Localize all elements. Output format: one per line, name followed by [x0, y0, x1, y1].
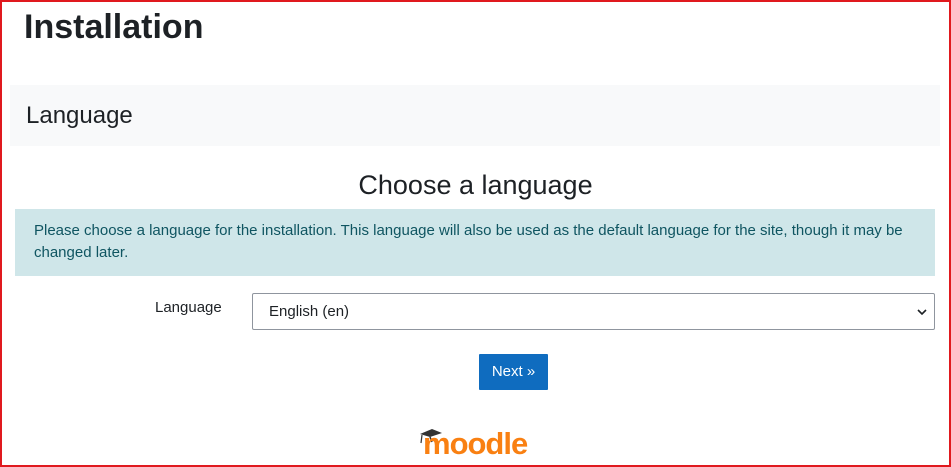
moodle-logo[interactable]: moodle [418, 423, 534, 459]
info-alert-text: Please choose a language for the install… [34, 222, 903, 261]
language-label: Language [155, 299, 222, 316]
language-select-value: English (en) [269, 303, 350, 320]
chevron-down-icon [917, 309, 927, 316]
page-title: Installation [24, 8, 204, 46]
choose-language-heading: Choose a language [358, 170, 593, 200]
language-select[interactable]: English (en) [252, 293, 935, 330]
section-header: Language [10, 85, 940, 146]
section-title: Language [26, 102, 133, 129]
info-alert: Please choose a language for the install… [15, 209, 935, 276]
svg-text:moodle: moodle [423, 426, 528, 459]
next-button[interactable]: Next » [479, 354, 548, 390]
